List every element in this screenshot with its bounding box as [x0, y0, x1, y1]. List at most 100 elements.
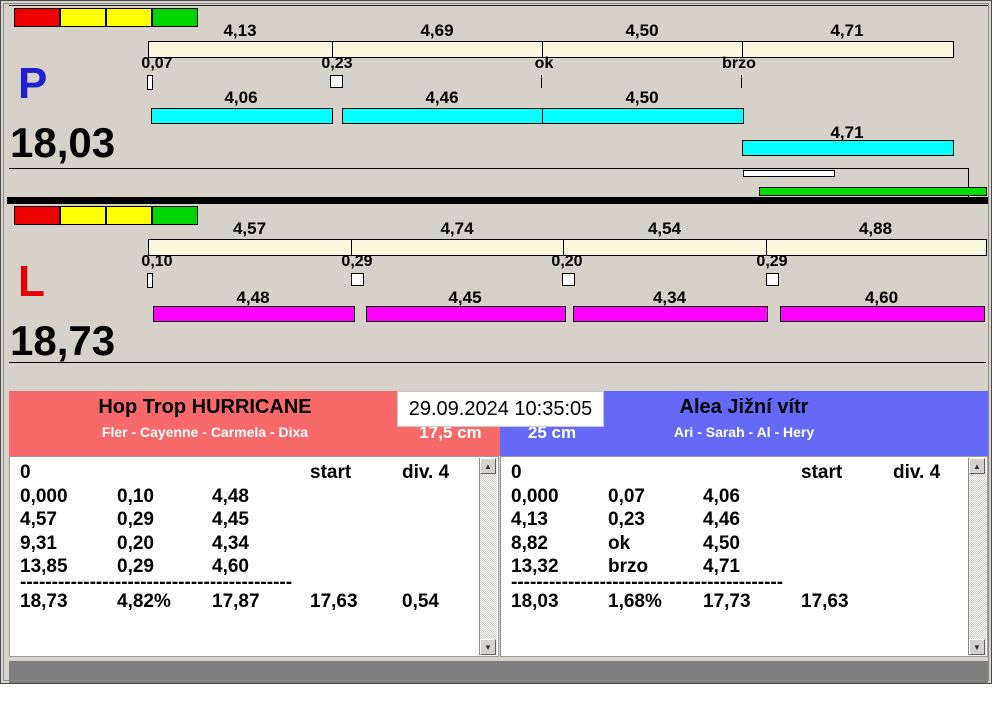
progress-marker-white	[743, 170, 835, 177]
table-cell: 17,73	[703, 591, 751, 612]
table-cell: 0,29	[117, 509, 154, 530]
changeover-label: 0,10	[141, 253, 173, 270]
dog-time-bar	[573, 306, 768, 322]
dog-time-label: 4,06	[224, 88, 258, 107]
split-bar-segment	[766, 239, 987, 256]
table-cell: 4,57	[20, 509, 57, 530]
scrollbar-up-button[interactable]: ▲	[969, 458, 985, 474]
running-dog-progress-bar	[759, 187, 987, 196]
dog-time-bar	[151, 108, 333, 124]
split-bar-segment	[148, 239, 353, 256]
split-time-label: 4,54	[647, 219, 682, 238]
table-cell: 0,000	[20, 485, 68, 507]
lane-l-panel: L 18,73 4,57 4,74 4,54 4,88 0,10 0,29 0,20 0,29…	[9, 204, 988, 362]
table-cell: 8,82	[511, 532, 548, 554]
team-header-band: Hop Trop HURRICANE Fler - Cayenne - Carm…	[9, 391, 988, 456]
table-cell: 0	[20, 462, 31, 483]
scrollbar-down-button[interactable]: ▼	[969, 639, 985, 655]
table-cell: 0,54	[402, 591, 439, 612]
split-bar-segment	[542, 41, 744, 58]
table-cell: 17,63	[310, 591, 358, 612]
lane-l-progress-strip	[9, 362, 986, 392]
start-light-block	[60, 8, 106, 27]
table-cell: 0,07	[608, 485, 645, 507]
dog-time-bar	[153, 306, 355, 322]
dog-names: Fler - Cayenne - Carmela - Dixa	[101, 424, 309, 440]
dog-time-label: 4,71	[830, 123, 864, 142]
lane-p-letter: P	[18, 59, 48, 108]
split-bar-segment	[351, 239, 565, 256]
dog-time-bar	[780, 306, 985, 322]
table-cell: 17,87	[212, 591, 260, 612]
race-timestamp: 29.09.2024 10:35:05	[397, 391, 604, 427]
table-cell: 17,63	[801, 591, 849, 612]
dog-time-label: 4,50	[625, 88, 659, 107]
changeover-marker	[147, 75, 153, 90]
status-bar	[9, 661, 988, 683]
split-time-label: 4,50	[625, 21, 659, 40]
start-light-block	[14, 206, 60, 225]
split-time-label: 4,74	[440, 219, 474, 238]
table-cell: ok	[608, 532, 631, 554]
table-cell: start	[801, 462, 843, 483]
changeover-label: 0,23	[321, 55, 353, 72]
table-cell: 4,50	[703, 532, 740, 554]
screenshot-page: P 18,03 4,13 4,69 4,50 4,71 0,07 0,23 ok brzo 4,…	[0, 0, 995, 716]
table-cell: 4,06	[703, 485, 740, 507]
split-bar-segment	[148, 41, 334, 58]
changeover-marker	[351, 273, 364, 286]
lane-separator	[7, 197, 988, 204]
scroll-up-icon: ▲	[973, 461, 981, 471]
team-name: Hop Trop HURRICANE	[98, 396, 312, 418]
table-cell: 4,46	[703, 509, 740, 530]
start-light-block	[152, 206, 198, 225]
start-light-block	[60, 206, 106, 225]
dog-time-label: 4,45	[448, 288, 482, 307]
split-time-label: 4,57	[232, 219, 267, 238]
lane-l-total-time: 18,73	[10, 317, 116, 364]
table-cell: 0	[511, 462, 522, 483]
split-time-label: 4,88	[858, 219, 893, 238]
split-time-label: 4,13	[223, 21, 257, 40]
lane-p-panel: P 18,03 4,13 4,69 4,50 4,71 0,07 0,23 ok brzo 4,…	[9, 5, 988, 169]
results-table-left: 0 start div. 4 0,000 0,10 4,48 4,57 0,29 4,45 9,3…	[9, 456, 499, 657]
table-cell: 9,31	[20, 532, 57, 554]
scrollbar[interactable]: ▲ ▼	[479, 458, 497, 655]
scrollbar-down-button[interactable]: ▼	[480, 639, 496, 655]
table-cell: 0,23	[608, 509, 645, 530]
dog-time-bar	[366, 306, 566, 322]
split-bar-segment	[563, 239, 768, 256]
scrollbar-up-button[interactable]: ▲	[480, 458, 496, 474]
start-light-block	[14, 8, 60, 27]
table-cell: 4,45	[212, 509, 249, 530]
changeover-label: ok	[534, 55, 554, 72]
scrollbar[interactable]: ▲ ▼	[968, 458, 986, 655]
table-cell: div. 4	[402, 462, 450, 483]
start-light-block	[106, 8, 152, 27]
dog-time-label: 4,34	[652, 288, 687, 307]
scroll-down-icon: ▼	[484, 642, 492, 652]
start-lights	[14, 8, 198, 27]
changeover-label: 0,29	[341, 253, 373, 270]
changeover-marker	[562, 273, 575, 286]
table-cell: 0,10	[117, 485, 154, 507]
table-cell: 0,000	[511, 485, 559, 507]
table-cell: 4,82%	[117, 591, 171, 612]
table-cell: 18,73	[20, 591, 68, 612]
lane-l-letter: L	[18, 257, 45, 306]
changeover-label: 0,29	[756, 253, 788, 270]
scroll-down-icon: ▼	[973, 642, 981, 652]
dog-time-label: 4,46	[425, 88, 459, 107]
lane-p-total-time: 18,03	[10, 119, 116, 166]
dog-time-bar	[542, 108, 744, 124]
scroll-up-icon: ▲	[484, 461, 492, 471]
table-cell: 1,68%	[608, 591, 662, 612]
split-bar-segment	[742, 41, 954, 58]
results-table-right: 0 start div. 4 0,000 0,07 4,06 4,13 0,23 4,46 8,8…	[500, 456, 988, 657]
dog-time-label: 4,60	[864, 288, 899, 307]
table-cell: 4,48	[212, 485, 249, 507]
changeover-marker	[541, 75, 542, 88]
table-cell: start	[310, 462, 352, 483]
dog-time-bar	[342, 108, 544, 124]
changeover-label: 0,20	[551, 253, 583, 270]
